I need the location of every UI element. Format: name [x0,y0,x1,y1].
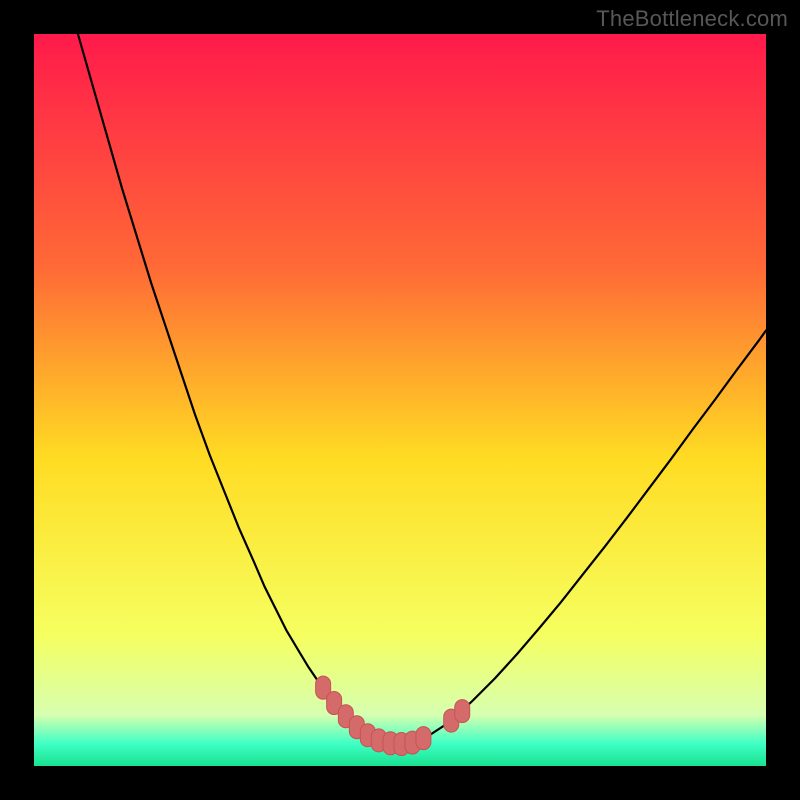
plot-area [34,34,766,766]
attribution-text: TheBottleneck.com [596,6,788,32]
gradient-background [34,34,766,766]
curve-marker [416,727,431,750]
image-frame: TheBottleneck.com [0,0,800,800]
bottleneck-chart [34,34,766,766]
curve-marker [455,700,470,723]
